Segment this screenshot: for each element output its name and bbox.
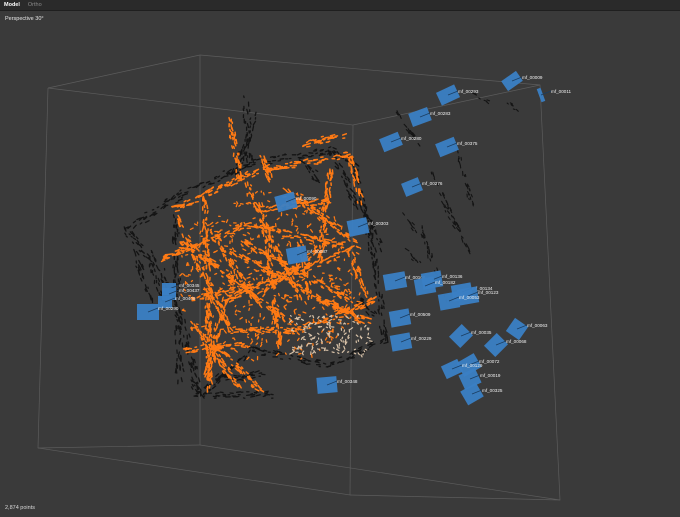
camera-label: mf_00293 bbox=[458, 89, 479, 94]
camera-label: mf_00408 bbox=[175, 296, 196, 301]
camera-frustum[interactable]: mf_00283 bbox=[408, 107, 451, 127]
camera-label: mf_00009 bbox=[522, 75, 543, 80]
camera-frustum[interactable]: mf_00276 bbox=[401, 177, 443, 197]
point-count-status: 2,874 points bbox=[5, 505, 35, 511]
camera-label: mf_00303 bbox=[368, 221, 389, 226]
camera-label: mf_00136 bbox=[442, 274, 463, 279]
camera-label: mf_00290 bbox=[158, 306, 179, 311]
camera-label: mf_00182 bbox=[435, 280, 456, 285]
camera-label: mf_00276 bbox=[422, 181, 443, 186]
camera-frustum[interactable]: mf_00348 bbox=[316, 376, 358, 394]
camera-label: mf_00375 bbox=[457, 141, 478, 146]
camera-label: mf_00229 bbox=[411, 336, 432, 341]
camera-label: mf_00035 bbox=[471, 330, 492, 335]
camera-frustum[interactable]: mf_00375 bbox=[435, 136, 478, 158]
camera-label: mf_00283 bbox=[430, 111, 451, 116]
camera-frustum[interactable]: mf_00290 bbox=[137, 304, 179, 320]
camera-label: mf_00280 bbox=[401, 136, 422, 141]
camera-label: mf_00123 bbox=[478, 290, 499, 295]
camera-frustum[interactable]: mf_00011 bbox=[536, 87, 572, 103]
camera-label: mf_00348 bbox=[337, 379, 358, 384]
camera-label: mf_00011 bbox=[551, 89, 572, 94]
camera-label: mf_00068 bbox=[506, 339, 527, 344]
camera-frustum[interactable]: mf_00009 bbox=[501, 70, 543, 92]
camera-frustum[interactable]: mf_00229 bbox=[389, 332, 432, 352]
camera-axis bbox=[540, 90, 552, 96]
bounding-box bbox=[37, 54, 561, 501]
camera-label: mf_00325 bbox=[482, 388, 503, 393]
3d-viewport[interactable]: mf_00009 mf_00011 mf_00293 mf_00283 mf_00280… bbox=[0, 11, 680, 517]
camera-label: mf_00129 bbox=[462, 363, 483, 368]
tab-ortho[interactable]: Ortho bbox=[24, 0, 46, 10]
camera-label: mf_00090 bbox=[296, 196, 317, 201]
camera-frustum[interactable]: mf_00182 bbox=[413, 276, 456, 296]
camera-frustum[interactable]: mf_00280 bbox=[379, 131, 422, 153]
tab-model[interactable]: Model bbox=[0, 0, 24, 10]
camera-label: mf_00053 bbox=[459, 295, 480, 300]
camera-label: mf_00437 bbox=[179, 288, 200, 293]
camera-frustum[interactable]: mf_00303 bbox=[346, 217, 389, 237]
view-mode-label: Perspective 30° bbox=[5, 16, 44, 22]
camera-label: mf_00087 bbox=[307, 249, 328, 254]
camera-label: mf_00019 bbox=[480, 373, 501, 378]
camera-label: mf_00509 bbox=[410, 312, 431, 317]
point-cloud bbox=[123, 90, 519, 399]
camera-frustum[interactable]: mf_00063 bbox=[505, 317, 548, 341]
top-tab-bar: Model Ortho bbox=[0, 0, 680, 11]
camera-frustum[interactable]: mf_00509 bbox=[388, 308, 431, 328]
camera-label: mf_00063 bbox=[527, 323, 548, 328]
